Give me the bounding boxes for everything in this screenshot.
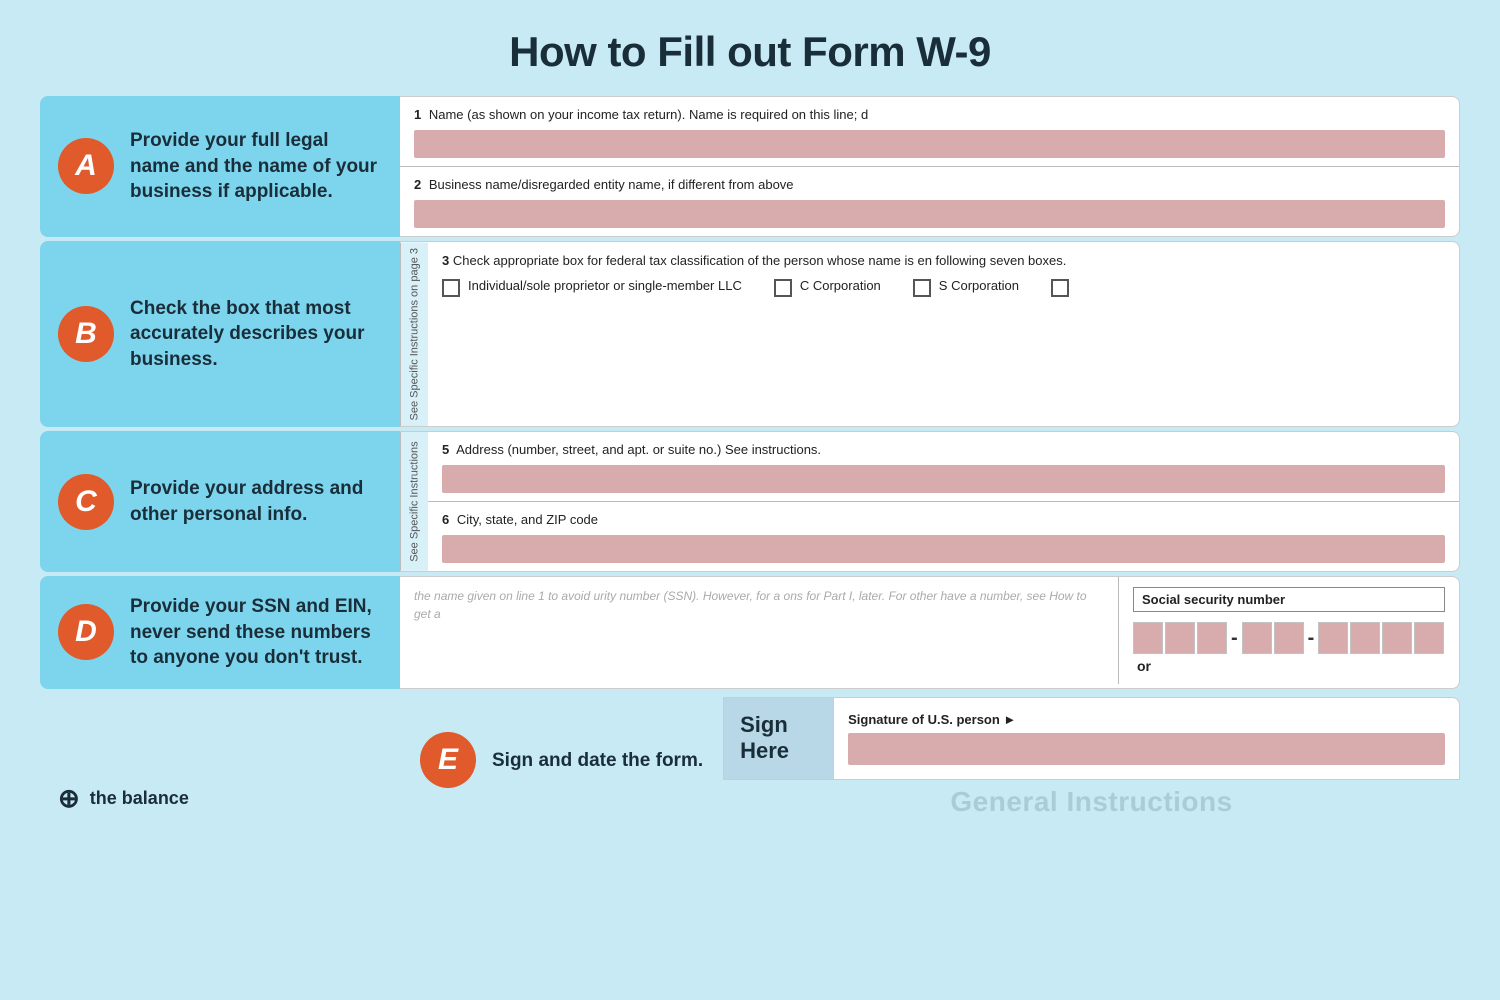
field-num-a1: 1: [414, 107, 421, 122]
ssn-cell-2[interactable]: [1165, 622, 1195, 654]
field-label-text-c2: City, state, and ZIP code: [457, 512, 598, 527]
ssn-dash-2: -: [1308, 627, 1315, 650]
ssn-cell-3[interactable]: [1197, 622, 1227, 654]
checkbox-label-individual: Individual/sole proprietor or single-mem…: [468, 278, 742, 293]
checkbox-item-c-corp: C Corporation: [774, 278, 881, 297]
checkbox-c-corp[interactable]: [774, 279, 792, 297]
form-panel-inner-b: 3 Check appropriate box for federal tax …: [428, 242, 1459, 426]
instruction-text-d: Provide your SSN and EIN, never send the…: [130, 594, 380, 671]
instruction-panel-d: D Provide your SSN and EIN, never send t…: [40, 576, 400, 689]
sign-here-label: Sign Here: [724, 698, 834, 779]
instruction-panel-c: C Provide your address and other persona…: [40, 431, 400, 572]
ssn-placeholder-text: the name given on line 1 to avoid urity …: [400, 577, 1119, 684]
bottom-middle: E Sign and date the form.: [400, 697, 723, 824]
tax-num-b: 3: [442, 253, 453, 268]
ssn-cell-9[interactable]: [1414, 622, 1444, 654]
input-bar-c2[interactable]: [442, 535, 1445, 563]
general-instructions: General Instructions: [723, 780, 1460, 824]
signature-bar[interactable]: [848, 733, 1445, 765]
ssn-cell-7[interactable]: [1350, 622, 1380, 654]
checkbox-row-b: Individual/sole proprietor or single-mem…: [442, 278, 1445, 297]
checkbox-item-s-corp: S Corporation: [913, 278, 1019, 297]
badge-c: C: [58, 474, 114, 530]
badge-b: B: [58, 306, 114, 362]
row-c: C Provide your address and other persona…: [40, 431, 1460, 572]
brand-icon: ⊕: [58, 783, 80, 814]
field-label-c1: 5 Address (number, street, and apt. or s…: [442, 442, 1445, 459]
row-a: A Provide your full legal name and the n…: [40, 96, 1460, 237]
bottom-left-spacer: ⊕ the balance: [40, 697, 400, 824]
checkbox-extra[interactable]: [1051, 279, 1069, 297]
ssn-boxes: - -: [1133, 622, 1445, 654]
field-num-c1: 5: [442, 442, 449, 457]
main-container: A Provide your full legal name and the n…: [0, 96, 1500, 824]
form-section-c1: 5 Address (number, street, and apt. or s…: [428, 432, 1459, 502]
field-label-text-a1: Name (as shown on your income tax return…: [429, 107, 868, 122]
ssn-cell-1[interactable]: [1133, 622, 1163, 654]
form-section-c2: 6 City, state, and ZIP code: [428, 502, 1459, 571]
brand-name: the balance: [90, 788, 189, 809]
tax-classification-text-b: Check appropriate box for federal tax cl…: [453, 253, 1067, 268]
ssn-right: Social security number - -: [1119, 577, 1459, 684]
form-panel-d: the name given on line 1 to avoid urity …: [400, 576, 1460, 689]
sign-date-text: Sign and date the form.: [492, 748, 703, 774]
side-rotated-c: See Specific Instructions: [400, 432, 428, 571]
tax-classification-label: 3 Check appropriate box for federal tax …: [442, 252, 1445, 270]
checkbox-item-individual: Individual/sole proprietor or single-mem…: [442, 278, 742, 297]
side-rotated-b: See Specific Instructions on page 3: [400, 242, 428, 426]
signature-label: Signature of U.S. person ►: [848, 712, 1445, 727]
instruction-text-c: Provide your address and other personal …: [130, 476, 380, 527]
brand-logo: ⊕ the balance: [58, 783, 189, 814]
form-section-b: 3 Check appropriate box for federal tax …: [428, 242, 1459, 305]
field-label-a1: 1 Name (as shown on your income tax retu…: [414, 107, 1445, 124]
field-label-text-a2: Business name/disregarded entity name, i…: [429, 177, 794, 192]
ssn-group-2: [1242, 622, 1304, 654]
signature-area: Signature of U.S. person ►: [834, 698, 1459, 779]
field-num-c2: 6: [442, 512, 449, 527]
field-label-a2: 2 Business name/disregarded entity name,…: [414, 177, 1445, 194]
checkbox-individual[interactable]: [442, 279, 460, 297]
ssn-or-label: or: [1133, 658, 1445, 674]
form-section-a2: 2 Business name/disregarded entity name,…: [400, 167, 1459, 236]
input-bar-a1[interactable]: [414, 130, 1445, 158]
form-panel-inner-c: 5 Address (number, street, and apt. or s…: [428, 432, 1459, 571]
checkbox-label-s-corp: S Corporation: [939, 278, 1019, 293]
sign-here-panel: Sign Here Signature of U.S. person ►: [723, 697, 1460, 780]
row-d: D Provide your SSN and EIN, never send t…: [40, 576, 1460, 689]
ssn-dash-1: -: [1231, 627, 1238, 650]
badge-e: E: [420, 732, 476, 788]
instruction-panel-b: B Check the box that most accurately des…: [40, 241, 400, 427]
instruction-text-a: Provide your full legal name and the nam…: [130, 128, 380, 205]
row-b: B Check the box that most accurately des…: [40, 241, 1460, 427]
instruction-text-b: Check the box that most accurately descr…: [130, 296, 380, 373]
ssn-cell-8[interactable]: [1382, 622, 1412, 654]
sign-here-text: Sign Here: [740, 712, 789, 765]
ssn-cell-4[interactable]: [1242, 622, 1272, 654]
badge-a: A: [58, 138, 114, 194]
ssn-cell-6[interactable]: [1318, 622, 1348, 654]
page-title: How to Fill out Form W-9: [0, 0, 1500, 96]
field-num-a2: 2: [414, 177, 421, 192]
form-panel-b: See Specific Instructions on page 3 3 Ch…: [400, 241, 1460, 427]
field-label-c2: 6 City, state, and ZIP code: [442, 512, 1445, 529]
form-panel-a: 1 Name (as shown on your income tax retu…: [400, 96, 1460, 237]
checkbox-label-c-corp: C Corporation: [800, 278, 881, 293]
badge-d: D: [58, 604, 114, 660]
ssn-group-1: [1133, 622, 1227, 654]
field-label-text-c1: Address (number, street, and apt. or sui…: [456, 442, 821, 457]
row-e: ⊕ the balance E Sign and date the form. …: [40, 697, 1460, 824]
form-panel-c: See Specific Instructions 5 Address (num…: [400, 431, 1460, 572]
input-bar-c1[interactable]: [442, 465, 1445, 493]
ssn-group-3: [1318, 622, 1444, 654]
checkbox-s-corp[interactable]: [913, 279, 931, 297]
form-section-a1: 1 Name (as shown on your income tax retu…: [400, 97, 1459, 167]
sign-area-wrapper: Sign Here Signature of U.S. person ► Gen…: [723, 697, 1460, 824]
ssn-section: the name given on line 1 to avoid urity …: [400, 577, 1459, 684]
ssn-cell-5[interactable]: [1274, 622, 1304, 654]
input-bar-a2[interactable]: [414, 200, 1445, 228]
instruction-panel-a: A Provide your full legal name and the n…: [40, 96, 400, 237]
ssn-label: Social security number: [1133, 587, 1445, 612]
